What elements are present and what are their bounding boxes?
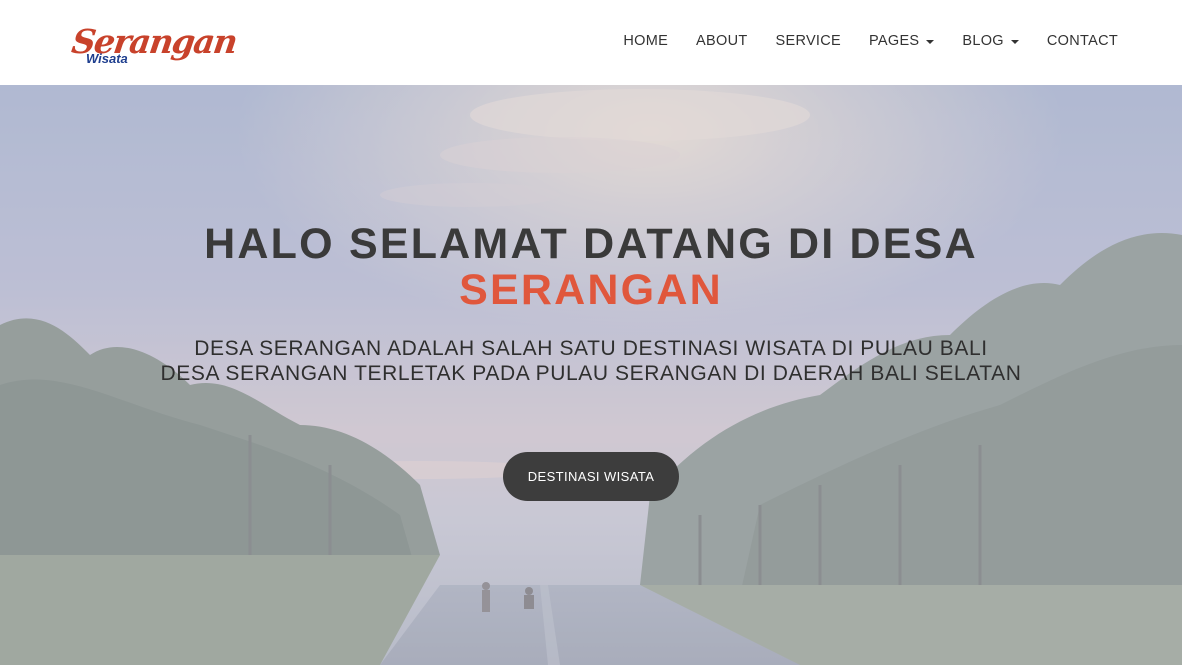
hero-title: HALO SELAMAT DATANG DI DESA [204, 220, 978, 268]
site-header: Serangan Wisata HOME ABOUT SERVICE PAGES… [0, 0, 1182, 85]
destinasi-wisata-button[interactable]: DESTINASI WISATA [503, 452, 679, 501]
nav-item-service[interactable]: SERVICE [762, 30, 856, 52]
nav-item-label: PAGES [869, 33, 920, 49]
hero-text-line-2: DESA SERANGAN TERLETAK PADA PULAU SERANG… [160, 362, 1022, 385]
nav-item-label: SERVICE [775, 33, 841, 49]
logo-sub-text: Wisata [86, 51, 128, 66]
hero-text-line-1: DESA SERANGAN ADALAH SALAH SATU DESTINAS… [194, 337, 988, 360]
nav-item-label: ABOUT [696, 33, 748, 49]
main-nav: HOME ABOUT SERVICE PAGES BLOG CONTACT [609, 30, 1118, 52]
nav-item-about[interactable]: ABOUT [682, 30, 761, 52]
nav-item-label: CONTACT [1046, 33, 1118, 49]
nav-item-contact[interactable]: CONTACT [1033, 30, 1118, 52]
hero-section: HALO SELAMAT DATANG DI DESA SERANGAN DES… [0, 85, 1182, 665]
caret-down-icon [926, 40, 935, 44]
nav-item-pages[interactable]: PAGES [855, 30, 948, 52]
caret-down-icon [1010, 40, 1019, 44]
hero-title-accent: SERANGAN [459, 266, 723, 314]
nav-item-label: BLOG [962, 33, 1004, 49]
nav-item-blog[interactable]: BLOG [948, 30, 1033, 52]
nav-item-label: HOME [623, 33, 669, 49]
site-logo[interactable]: Serangan Wisata [69, 22, 239, 70]
nav-item-home[interactable]: HOME [609, 30, 682, 52]
